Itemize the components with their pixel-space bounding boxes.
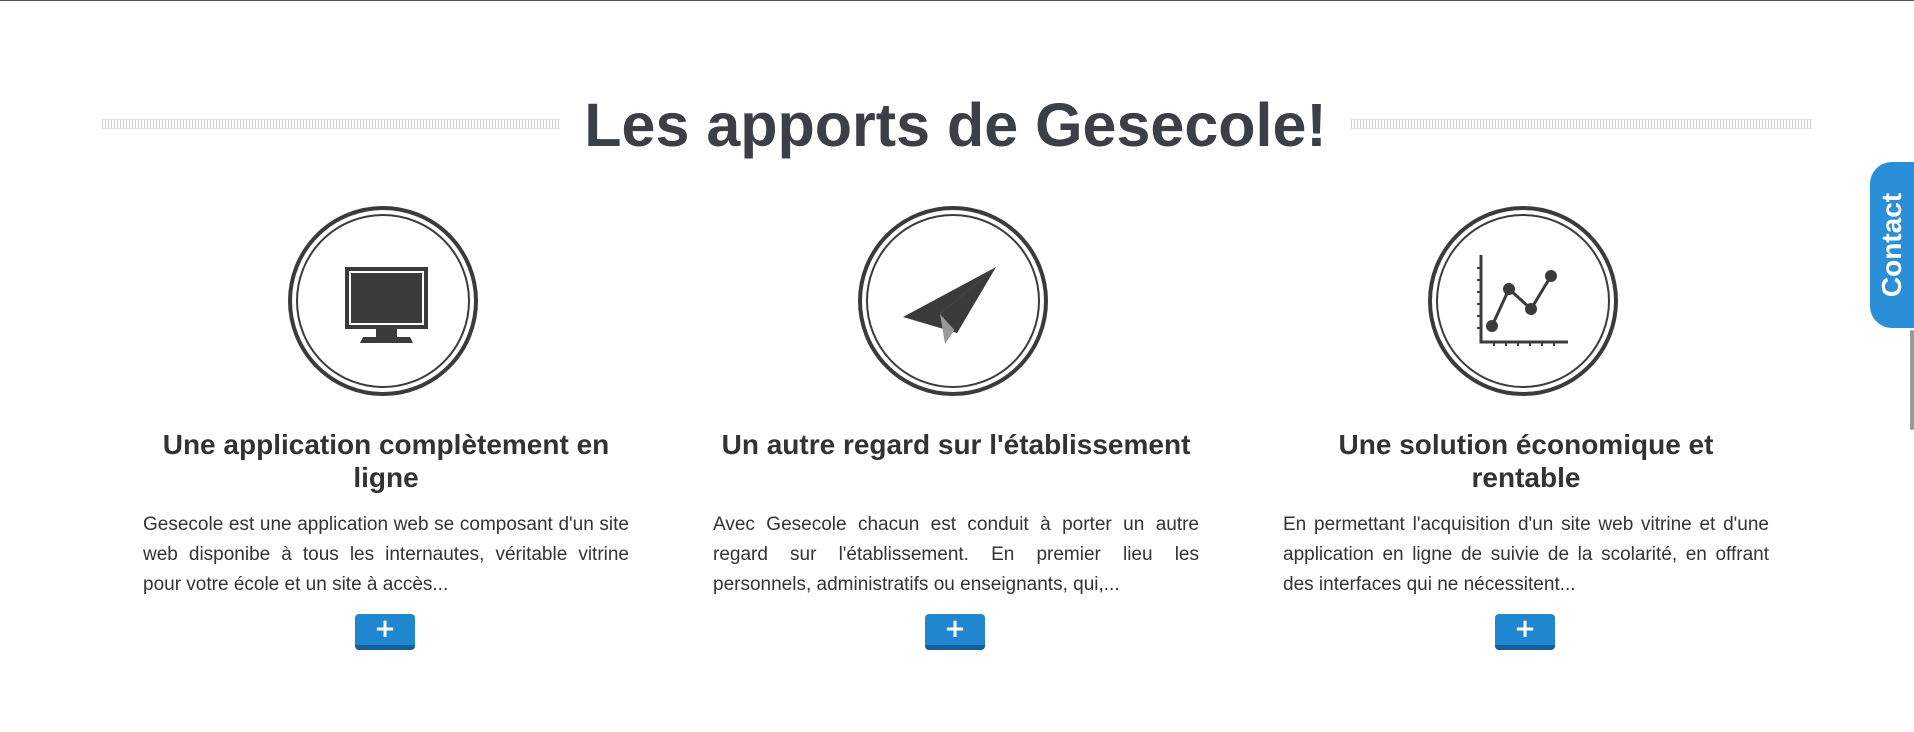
page-title: Les apports de Gesecole! [584,91,1327,159]
scrollbar-thumb[interactable] [1910,330,1914,430]
read-more-button-economic[interactable]: + [1495,614,1555,650]
contact-tab[interactable]: Contact [1870,162,1914,328]
title-decoration-right [1351,119,1812,129]
read-more-button-perspective[interactable]: + [925,614,985,650]
read-more-button-online[interactable]: + [355,614,415,650]
feature-description: Avec Gesecole chacun est conduit à porte… [713,514,1199,595]
feature-title: Une application complètement en ligne [162,429,610,493]
paper-plane-icon [858,206,1048,396]
feature-title: Un autre regard sur l'établissement [721,429,1191,460]
feature-description: En permettant l'acquisition d'un site we… [1283,514,1769,595]
section-header: Les apports de Gesecole! [0,92,1914,158]
monitor-icon [288,206,478,396]
feature-description: Gesecole est une application web se comp… [143,514,629,595]
contact-tab-label: Contact [1876,192,1907,298]
title-decoration-left [102,119,560,129]
top-border [0,0,1914,1]
feature-title: Une solution économique et rentable [1338,429,1714,493]
line-chart-icon [1428,206,1618,396]
